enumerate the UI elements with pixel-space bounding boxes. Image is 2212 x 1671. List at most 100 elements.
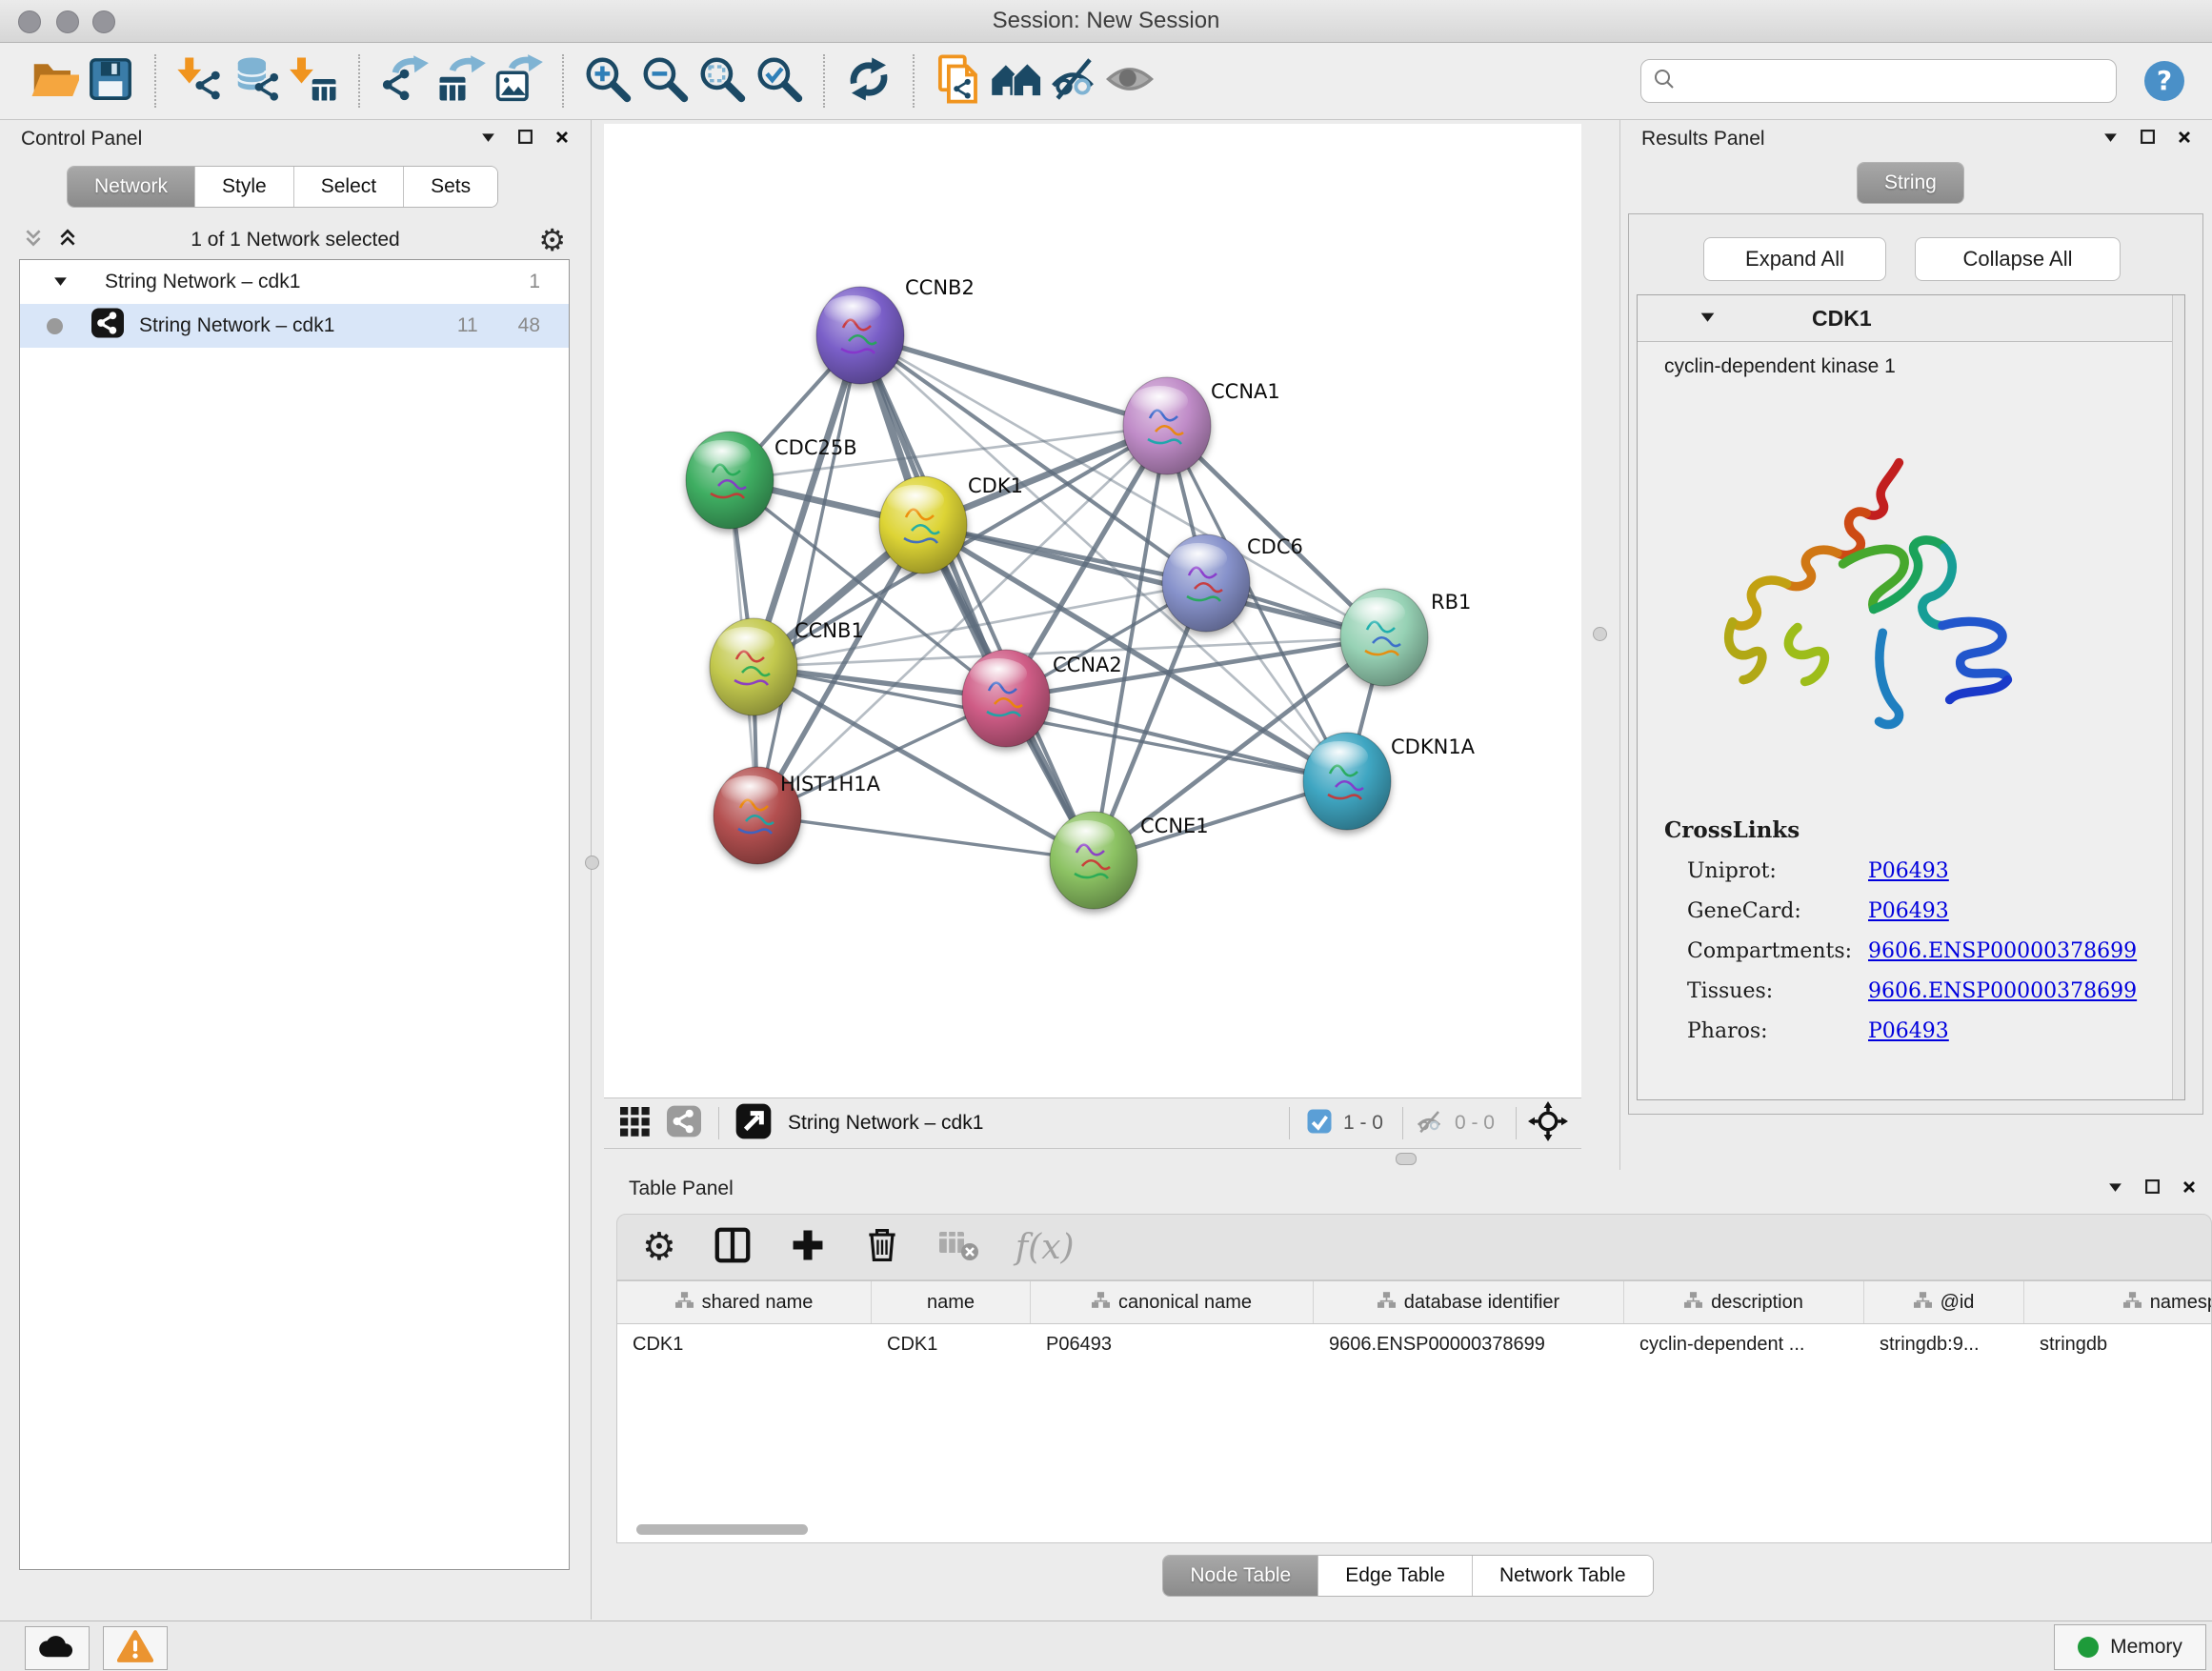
- hidden-eye-slash-icon[interactable]: [1413, 1107, 1445, 1140]
- float-panel-icon[interactable]: [517, 129, 533, 150]
- network-node-CDK1[interactable]: [879, 476, 967, 574]
- network-node-CDC6[interactable]: [1162, 534, 1250, 632]
- tab-sets[interactable]: Sets: [404, 167, 497, 207]
- delete-table-icon[interactable]: [937, 1228, 979, 1267]
- network-collection-row[interactable]: String Network – cdk1 1: [20, 260, 569, 304]
- birds-eye-view-icon[interactable]: [734, 1102, 773, 1145]
- zoom-fit-button[interactable]: [694, 50, 751, 111]
- duplicate-network-button[interactable]: [930, 50, 987, 111]
- crosslink-link[interactable]: P06493: [1868, 899, 1949, 923]
- table-horizontal-scrollbar[interactable]: [636, 1524, 808, 1535]
- table-cell[interactable]: stringdb: [2024, 1324, 2212, 1364]
- tab-style[interactable]: Style: [195, 167, 294, 207]
- network-edge[interactable]: [860, 335, 1167, 426]
- tab-network-table[interactable]: Network Table: [1473, 1556, 1653, 1596]
- column-header-description[interactable]: description: [1624, 1281, 1864, 1323]
- tab-string[interactable]: String: [1858, 163, 1963, 203]
- collapse-all-button[interactable]: Collapse All: [1915, 237, 2121, 281]
- column-header-shared-name[interactable]: shared name: [617, 1281, 872, 1323]
- collapse-results-icon[interactable]: [2102, 130, 2119, 149]
- crosslink-link[interactable]: P06493: [1868, 1019, 1949, 1043]
- network-node-RB1[interactable]: [1340, 589, 1428, 686]
- column-header-@id[interactable]: @id: [1864, 1281, 2024, 1323]
- network-edge[interactable]: [757, 335, 860, 815]
- collapse-panel-icon[interactable]: [480, 130, 496, 149]
- network-edge[interactable]: [860, 335, 1094, 860]
- float-results-icon[interactable]: [2140, 129, 2156, 150]
- zoom-in-button[interactable]: [579, 50, 636, 111]
- network-edge[interactable]: [757, 815, 1094, 860]
- save-session-button[interactable]: [82, 50, 139, 111]
- zoom-out-button[interactable]: [636, 50, 694, 111]
- results-scrollbar[interactable]: [2172, 295, 2184, 1099]
- refresh-layout-button[interactable]: [840, 50, 897, 111]
- right-splitter-handle[interactable]: [1593, 627, 1607, 641]
- delete-column-trash-icon[interactable]: [863, 1225, 901, 1270]
- network-node-CDC25B[interactable]: [686, 432, 774, 529]
- tab-network[interactable]: Network: [68, 167, 195, 207]
- crosslink-link[interactable]: 9606.ENSP00000378699: [1868, 939, 2137, 963]
- network-node-CCNA1[interactable]: [1123, 377, 1211, 474]
- zoom-selected-button[interactable]: [751, 50, 808, 111]
- open-folder-button[interactable]: [25, 50, 82, 111]
- tab-select[interactable]: Select: [294, 167, 404, 207]
- table-cell[interactable]: cyclin-dependent ...: [1624, 1324, 1864, 1364]
- table-cell[interactable]: CDK1: [617, 1324, 872, 1364]
- table-cell[interactable]: CDK1: [872, 1324, 1031, 1364]
- import-database-button[interactable]: [229, 50, 286, 111]
- network-row[interactable]: String Network – cdk1 11 48: [20, 304, 569, 348]
- export-table-button[interactable]: [432, 50, 490, 111]
- string-sites-button[interactable]: [987, 50, 1044, 111]
- import-table-button[interactable]: [286, 50, 343, 111]
- crosslink-link[interactable]: 9606.ENSP00000378699: [1868, 979, 2137, 1003]
- selected-checkbox-icon[interactable]: [1305, 1107, 1334, 1140]
- column-header-database-identifier[interactable]: database identifier: [1314, 1281, 1624, 1323]
- table-cell[interactable]: 9606.ENSP00000378699: [1314, 1324, 1624, 1364]
- show-columns-icon[interactable]: [713, 1225, 753, 1270]
- protein-collapse-icon[interactable]: [1699, 309, 1717, 329]
- warnings-button[interactable]: [103, 1626, 168, 1670]
- network-edge[interactable]: [923, 525, 1384, 637]
- table-cell[interactable]: stringdb:9...: [1864, 1324, 2024, 1364]
- add-column-icon[interactable]: [789, 1226, 827, 1269]
- grid-view-icon[interactable]: [617, 1104, 652, 1143]
- export-image-button[interactable]: [490, 50, 547, 111]
- search-input[interactable]: [1685, 69, 2104, 93]
- show-graphics-button[interactable]: [1101, 50, 1158, 111]
- column-header-namespace[interactable]: namespace: [2024, 1281, 2212, 1323]
- close-table-icon[interactable]: [2182, 1179, 2197, 1199]
- left-splitter-handle[interactable]: [585, 856, 599, 870]
- crosslink-link[interactable]: P06493: [1868, 859, 1949, 883]
- collection-expand-icon[interactable]: [52, 271, 69, 293]
- function-builder-icon[interactable]: f(x): [1016, 1228, 1075, 1267]
- cloud-status-button[interactable]: [25, 1626, 90, 1670]
- node-table[interactable]: shared namenamecanonical namedatabase id…: [616, 1280, 2212, 1543]
- export-network-button[interactable]: [375, 50, 432, 111]
- collapse-table-icon[interactable]: [2107, 1179, 2123, 1198]
- fit-selected-crosshair-icon[interactable]: [1528, 1101, 1568, 1146]
- network-canvas[interactable]: CCNB2CCNA1CDC25BCDK1CDC6RB1CCNB1CCNA2CDK…: [604, 124, 1581, 1097]
- column-header-name[interactable]: name: [872, 1281, 1031, 1323]
- close-panel-icon[interactable]: [554, 130, 570, 150]
- table-row[interactable]: CDK1CDK1P064939606.ENSP00000378699cyclin…: [617, 1324, 2211, 1364]
- tab-edge-table[interactable]: Edge Table: [1318, 1556, 1473, 1596]
- network-node-CDKN1A[interactable]: [1303, 733, 1391, 830]
- close-results-icon[interactable]: [2177, 130, 2192, 150]
- float-table-icon[interactable]: [2144, 1178, 2161, 1199]
- table-cell[interactable]: P06493: [1031, 1324, 1314, 1364]
- expand-all-button[interactable]: Expand All: [1703, 237, 1886, 281]
- import-network-button[interactable]: [171, 50, 229, 111]
- network-node-CCNA2[interactable]: [962, 650, 1050, 747]
- network-options-gear-icon[interactable]: ⚙: [538, 222, 566, 258]
- network-node-CCNB1[interactable]: [710, 618, 797, 715]
- help-button[interactable]: ?: [2142, 58, 2187, 104]
- column-header-canonical-name[interactable]: canonical name: [1031, 1281, 1314, 1323]
- table-settings-gear-icon[interactable]: ⚙: [642, 1225, 676, 1269]
- bottom-splitter-handle[interactable]: [1396, 1153, 1417, 1165]
- tab-node-table[interactable]: Node Table: [1163, 1556, 1318, 1596]
- memory-button[interactable]: Memory: [2054, 1624, 2206, 1670]
- network-node-CCNB2[interactable]: [816, 287, 904, 384]
- network-view-share-icon[interactable]: [665, 1104, 703, 1143]
- network-node-CCNE1[interactable]: [1050, 812, 1137, 909]
- hide-graphics-button[interactable]: [1044, 50, 1101, 111]
